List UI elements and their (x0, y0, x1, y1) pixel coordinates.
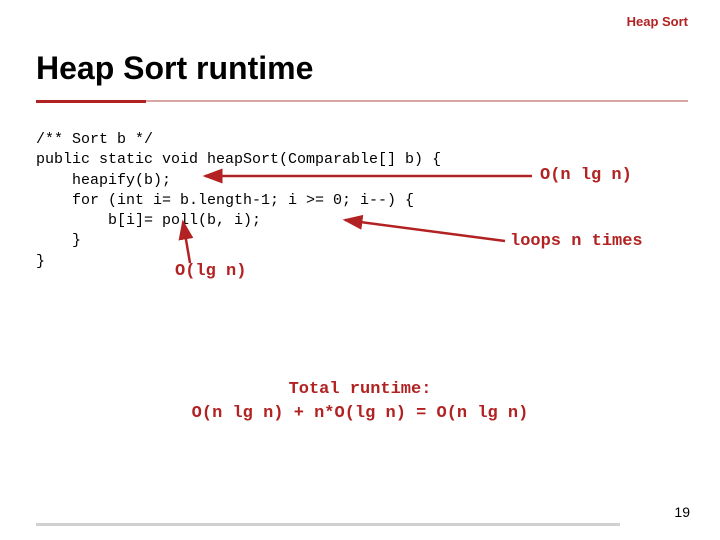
annotation-loop-count: loops n times (510, 232, 643, 251)
page-number: 19 (674, 504, 690, 520)
code-line: b[i]= poll(b, i); (36, 212, 261, 229)
slide-title: Heap Sort runtime (36, 50, 313, 87)
total-equation: O(n lg n) + n*O(lg n) = O(n lg n) (0, 402, 720, 426)
code-line: /** Sort b */ (36, 131, 153, 148)
footer-rule (36, 523, 620, 526)
total-runtime-block: Total runtime: O(n lg n) + n*O(lg n) = O… (0, 378, 720, 426)
annotation-heapify-complexity: O(n lg n) (540, 166, 632, 185)
code-line: heapify(b); (36, 172, 171, 189)
total-label: Total runtime: (0, 378, 720, 402)
code-line: } (36, 253, 45, 270)
title-rule (36, 100, 688, 104)
code-line: for (int i= b.length-1; i >= 0; i--) { (36, 192, 414, 209)
header-label: Heap Sort (627, 14, 688, 29)
code-line: public static void heapSort(Comparable[]… (36, 151, 441, 168)
code-line: } (36, 232, 81, 249)
annotation-poll-complexity: O(lg n) (175, 262, 246, 281)
